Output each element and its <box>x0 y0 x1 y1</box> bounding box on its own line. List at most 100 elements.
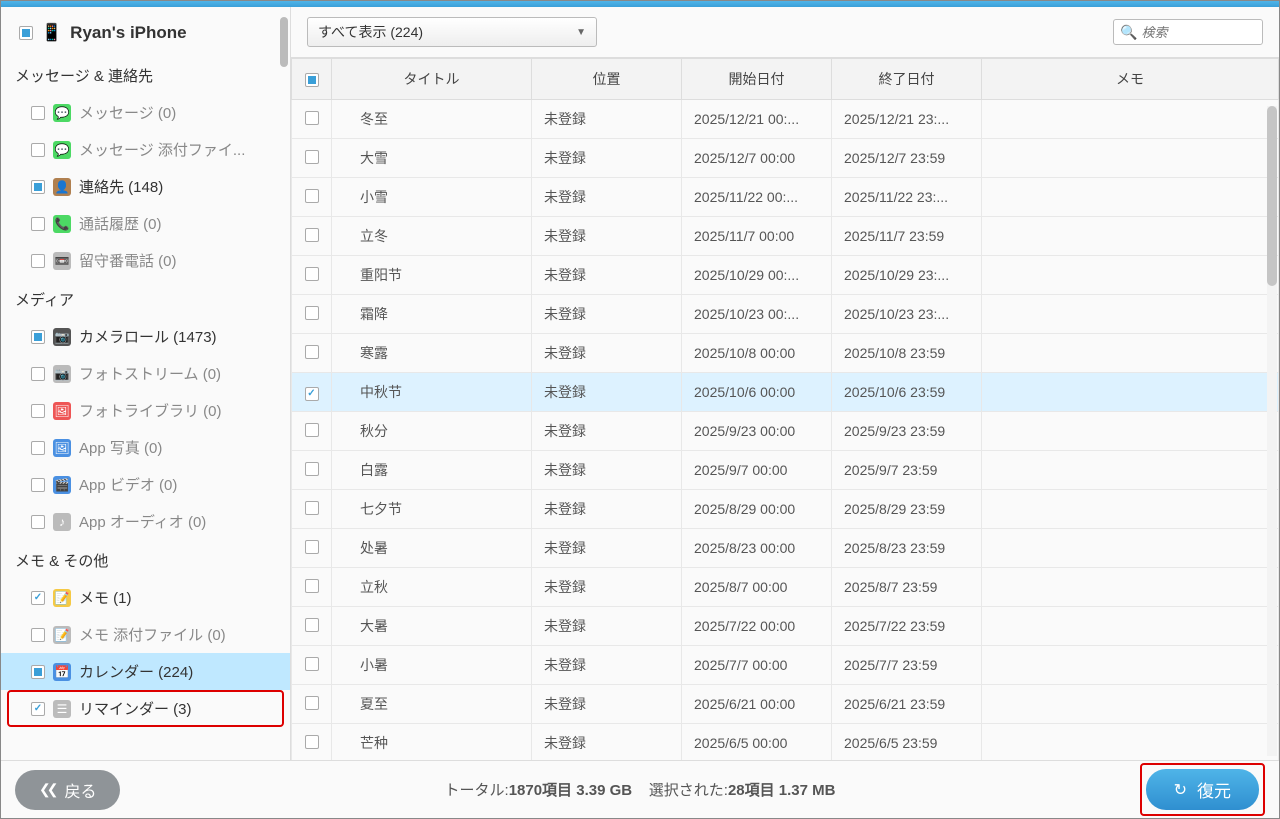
table-row[interactable]: 小暑未登録2025/7/7 00:002025/7/7 23:59 <box>292 646 1279 685</box>
row-checkbox[interactable] <box>305 462 319 476</box>
table-row[interactable]: 大雪未登録2025/12/7 00:002025/12/7 23:59 <box>292 139 1279 178</box>
sidebar-item-label: App ビデオ (0) <box>79 474 177 495</box>
header-memo[interactable]: メモ <box>982 59 1279 100</box>
table-row[interactable]: 处暑未登録2025/8/23 00:002025/8/23 23:59 <box>292 529 1279 568</box>
device-checkbox[interactable] <box>19 26 33 40</box>
cell-title: 霜降 <box>332 295 532 334</box>
footer-stats: トータル:1870項目 3.39 GB 選択された:28項目 1.37 MB <box>445 779 836 800</box>
table-row[interactable]: 秋分未登録2025/9/23 00:002025/9/23 23:59 <box>292 412 1279 451</box>
table-row[interactable]: 立秋未登録2025/8/7 00:002025/8/7 23:59 <box>292 568 1279 607</box>
table-row[interactable]: 小雪未登録2025/11/22 00:...2025/11/22 23:... <box>292 178 1279 217</box>
sidebar-item-checkbox[interactable] <box>31 665 45 679</box>
sidebar-item-checkbox[interactable] <box>31 441 45 455</box>
sidebar-item-checkbox[interactable] <box>31 217 45 231</box>
row-checkbox[interactable] <box>305 387 319 401</box>
sidebar-memo-item-3[interactable]: ☰リマインダー (3) <box>7 690 284 727</box>
restore-button[interactable]: ↻ 復元 <box>1146 769 1259 810</box>
table-row[interactable]: 夏至未登録2025/6/21 00:002025/6/21 23:59 <box>292 685 1279 724</box>
row-checkbox[interactable] <box>305 579 319 593</box>
sidebar-item-checkbox[interactable] <box>31 515 45 529</box>
sidebar-item-checkbox[interactable] <box>31 404 45 418</box>
search-input[interactable] <box>1141 25 1256 40</box>
sidebar-messages-item-2[interactable]: 👤連絡先 (148) <box>1 168 290 205</box>
cell-title: 中秋节 <box>332 373 532 412</box>
row-checkbox[interactable] <box>305 150 319 164</box>
sidebar-messages-item-3[interactable]: 📞通話履歴 (0) <box>1 205 290 242</box>
table-row[interactable]: 寒露未登録2025/10/8 00:002025/10/8 23:59 <box>292 334 1279 373</box>
category-icon: 🖼 <box>53 439 71 457</box>
sidebar-media-item-5[interactable]: ♪App オーディオ (0) <box>1 503 290 540</box>
sidebar-item-checkbox[interactable] <box>31 478 45 492</box>
row-checkbox[interactable] <box>305 345 319 359</box>
sidebar-messages-item-0[interactable]: 💬メッセージ (0) <box>1 94 290 131</box>
sidebar-item-checkbox[interactable] <box>31 330 45 344</box>
cell-start: 2025/12/7 00:00 <box>682 139 832 178</box>
select-all-checkbox[interactable] <box>305 73 319 87</box>
table-row[interactable]: 七夕节未登録2025/8/29 00:002025/8/29 23:59 <box>292 490 1279 529</box>
cell-start: 2025/10/23 00:... <box>682 295 832 334</box>
table-row[interactable]: 白露未登録2025/9/7 00:002025/9/7 23:59 <box>292 451 1279 490</box>
row-checkbox[interactable] <box>305 657 319 671</box>
row-checkbox[interactable] <box>305 735 319 749</box>
cell-end: 2025/10/23 23:... <box>832 295 982 334</box>
row-checkbox[interactable] <box>305 228 319 242</box>
sidebar-item-checkbox[interactable] <box>31 143 45 157</box>
sidebar-media-item-0[interactable]: 📷カメラロール (1473) <box>1 318 290 355</box>
row-checkbox[interactable] <box>305 111 319 125</box>
header-checkbox-cell <box>292 59 332 100</box>
sidebar-media-item-1[interactable]: 📷フォトストリーム (0) <box>1 355 290 392</box>
cell-end: 2025/11/22 23:... <box>832 178 982 217</box>
sidebar-item-checkbox[interactable] <box>31 591 45 605</box>
table-scroll-thumb[interactable] <box>1267 106 1277 286</box>
sidebar-media-item-3[interactable]: 🖼App 写真 (0) <box>1 429 290 466</box>
category-icon: 📅 <box>53 663 71 681</box>
table-row[interactable]: 中秋节未登録2025/10/6 00:002025/10/6 23:59 <box>292 373 1279 412</box>
sidebar-item-checkbox[interactable] <box>31 367 45 381</box>
sidebar-media-item-2[interactable]: 🖼フォトライブラリ (0) <box>1 392 290 429</box>
cell-location: 未登録 <box>532 256 682 295</box>
sidebar-messages-item-1[interactable]: 💬メッセージ 添付ファイ... <box>1 131 290 168</box>
category-icon: 💬 <box>53 141 71 159</box>
header-title[interactable]: タイトル <box>332 59 532 100</box>
row-checkbox[interactable] <box>305 423 319 437</box>
row-checkbox[interactable] <box>305 501 319 515</box>
table-row[interactable]: 霜降未登録2025/10/23 00:...2025/10/23 23:... <box>292 295 1279 334</box>
row-checkbox[interactable] <box>305 189 319 203</box>
sidebar-item-checkbox[interactable] <box>31 628 45 642</box>
table-row[interactable]: 大暑未登録2025/7/22 00:002025/7/22 23:59 <box>292 607 1279 646</box>
header-start[interactable]: 開始日付 <box>682 59 832 100</box>
cell-title: 白露 <box>332 451 532 490</box>
table-row[interactable]: 立冬未登録2025/11/7 00:002025/11/7 23:59 <box>292 217 1279 256</box>
row-checkbox[interactable] <box>305 540 319 554</box>
cell-memo <box>982 217 1279 256</box>
table-row[interactable]: 芒种未登録2025/6/5 00:002025/6/5 23:59 <box>292 724 1279 761</box>
cell-end: 2025/6/5 23:59 <box>832 724 982 761</box>
sidebar-media-item-4[interactable]: 🎬App ビデオ (0) <box>1 466 290 503</box>
cell-memo <box>982 412 1279 451</box>
cell-location: 未登録 <box>532 451 682 490</box>
row-checkbox[interactable] <box>305 306 319 320</box>
sidebar-item-checkbox[interactable] <box>31 702 45 716</box>
sidebar-memo-item-1[interactable]: 📝メモ 添付ファイル (0) <box>1 616 290 653</box>
table-row[interactable]: 冬至未登録2025/12/21 00:...2025/12/21 23:... <box>292 100 1279 139</box>
search-box[interactable]: 🔍 <box>1113 19 1263 45</box>
sidebar-item-checkbox[interactable] <box>31 106 45 120</box>
sidebar-memo-item-0[interactable]: 📝メモ (1) <box>1 579 290 616</box>
back-button[interactable]: ❮❮ 戻る <box>15 770 120 810</box>
cell-memo <box>982 724 1279 761</box>
row-checkbox[interactable] <box>305 696 319 710</box>
cell-start: 2025/6/21 00:00 <box>682 685 832 724</box>
sidebar-scrollbar[interactable] <box>280 17 288 750</box>
header-end[interactable]: 終了日付 <box>832 59 982 100</box>
sidebar-memo-item-2[interactable]: 📅カレンダー (224) <box>1 653 290 690</box>
header-location[interactable]: 位置 <box>532 59 682 100</box>
filter-dropdown[interactable]: すべて表示 (224) ▼ <box>307 17 597 47</box>
table-scrollbar[interactable] <box>1267 106 1277 756</box>
table-row[interactable]: 重阳节未登録2025/10/29 00:...2025/10/29 23:... <box>292 256 1279 295</box>
sidebar-scroll-thumb[interactable] <box>280 17 288 67</box>
sidebar-item-checkbox[interactable] <box>31 180 45 194</box>
row-checkbox[interactable] <box>305 618 319 632</box>
row-checkbox[interactable] <box>305 267 319 281</box>
sidebar-item-checkbox[interactable] <box>31 254 45 268</box>
sidebar-messages-item-4[interactable]: 📼留守番電話 (0) <box>1 242 290 279</box>
